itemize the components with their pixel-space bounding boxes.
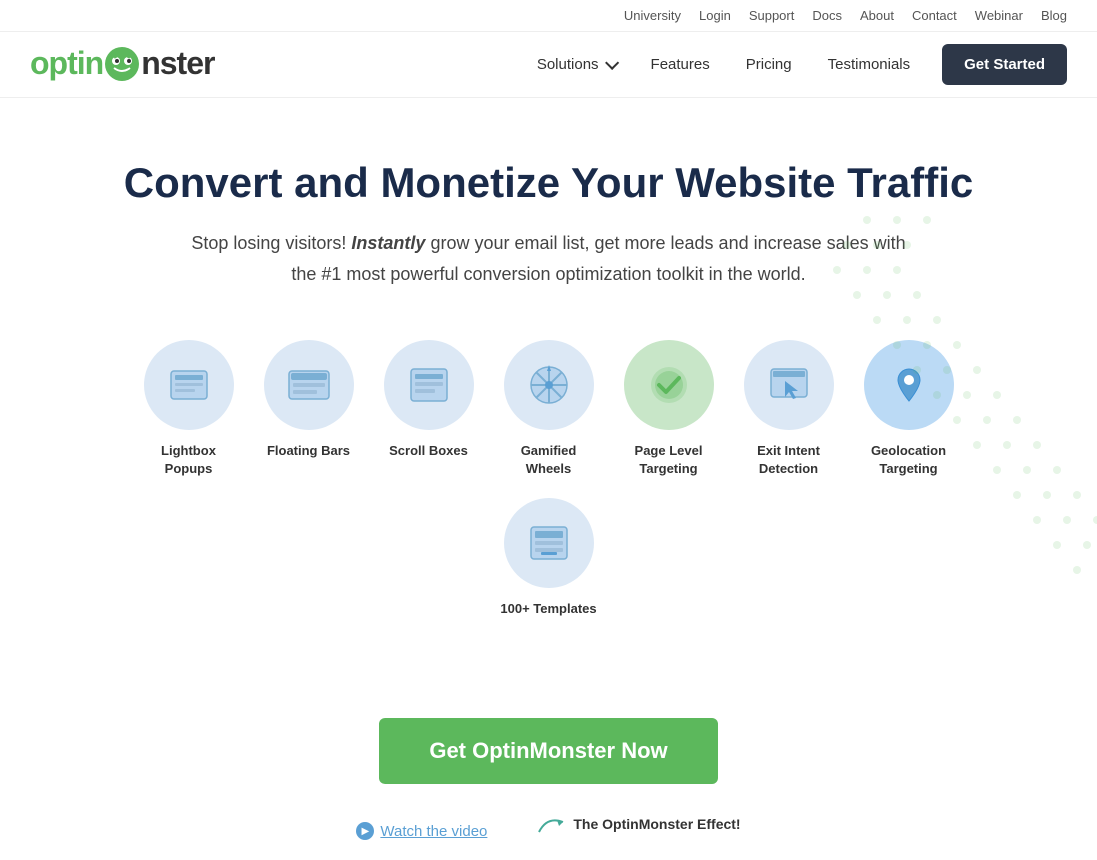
play-icon: ▶	[356, 822, 374, 840]
page-level-label: Page Level Targeting	[617, 442, 721, 478]
effect-label: The OptinMonster Effect!	[573, 816, 740, 832]
about-link[interactable]: About	[860, 8, 894, 23]
geolocation-feature[interactable]: Geolocation Targeting	[849, 330, 969, 488]
geolocation-icon-circle	[864, 340, 954, 430]
watch-video-text: Watch the video	[380, 823, 487, 840]
university-link[interactable]: University	[624, 8, 681, 23]
logo-onster-text: nster	[141, 45, 214, 81]
lightbox-icon	[165, 361, 213, 409]
gamified-wheels-icon	[525, 361, 573, 409]
hero-section: Convert and Monetize Your Website Traffi…	[99, 98, 999, 708]
solutions-nav-link[interactable]: Solutions	[523, 48, 629, 81]
templates-label: 100+ Templates	[500, 600, 596, 618]
exit-intent-icon	[765, 361, 813, 409]
logo-optin-text: optin	[30, 45, 103, 81]
arrow-icon	[537, 814, 567, 834]
support-link[interactable]: Support	[749, 8, 795, 23]
blog-link[interactable]: Blog	[1041, 8, 1067, 23]
page-level-icon-circle	[624, 340, 714, 430]
page-level-icon	[645, 361, 693, 409]
main-nav: optin nster Solutions Features Pricing T	[0, 32, 1097, 98]
geolocation-label: Geolocation Targeting	[857, 442, 961, 478]
exit-intent-label: Exit Intent Detection	[737, 442, 841, 478]
pricing-nav-link[interactable]: Pricing	[732, 48, 806, 81]
page-level-feature[interactable]: Page Level Targeting	[609, 330, 729, 488]
features-row: Lightbox Popups Floating Bars	[119, 330, 979, 629]
lightbox-feature[interactable]: Lightbox Popups	[129, 330, 249, 488]
top-nav: University Login Support Docs About Cont…	[0, 0, 1097, 32]
hero-heading: Convert and Monetize Your Website Traffi…	[119, 158, 979, 208]
geolocation-icon	[885, 361, 933, 409]
lightbox-icon-circle	[144, 340, 234, 430]
solutions-chevron-icon	[605, 55, 619, 69]
templates-icon-circle	[504, 498, 594, 588]
features-nav-link[interactable]: Features	[637, 48, 724, 81]
testimonials-nav-link[interactable]: Testimonials	[814, 48, 925, 81]
floating-bars-icon-circle	[264, 340, 354, 430]
hero-subtext-before: Stop losing visitors!	[191, 233, 351, 253]
docs-link[interactable]: Docs	[812, 8, 842, 23]
scroll-boxes-icon-circle	[384, 340, 474, 430]
templates-icon	[525, 519, 573, 567]
contact-link[interactable]: Contact	[912, 8, 957, 23]
exit-intent-feature[interactable]: Exit Intent Detection	[729, 330, 849, 488]
hero-subtext-italic: Instantly	[351, 233, 425, 253]
get-started-button[interactable]: Get Started	[942, 44, 1067, 85]
gamified-wheels-label: Gamified Wheels	[497, 442, 601, 478]
login-link[interactable]: Login	[699, 8, 731, 23]
watch-video-link[interactable]: ▶ Watch the video	[356, 822, 487, 840]
effect-text: The OptinMonster Effect!	[537, 814, 740, 834]
gamified-wheels-feature[interactable]: Gamified Wheels	[489, 330, 609, 488]
logo-monster-icon	[104, 46, 140, 82]
floating-bars-icon	[285, 361, 333, 409]
floating-bars-label: Floating Bars	[267, 442, 350, 460]
main-nav-links: Solutions Features Pricing Testimonials …	[523, 44, 1067, 85]
cta-section: Get OptinMonster Now	[0, 708, 1097, 800]
lightbox-label: Lightbox Popups	[137, 442, 241, 478]
hero-subtext: Stop losing visitors! Instantly grow you…	[189, 228, 909, 289]
webinar-link[interactable]: Webinar	[975, 8, 1023, 23]
scroll-boxes-feature[interactable]: Scroll Boxes	[369, 330, 489, 470]
bottom-row: ▶ Watch the video The OptinMonster Effec…	[0, 800, 1097, 860]
gamified-wheels-icon-circle	[504, 340, 594, 430]
logo[interactable]: optin nster	[30, 45, 523, 84]
scroll-boxes-icon	[405, 361, 453, 409]
cta-button[interactable]: Get OptinMonster Now	[379, 718, 717, 784]
floating-bars-feature[interactable]: Floating Bars	[249, 330, 369, 470]
exit-intent-icon-circle	[744, 340, 834, 430]
templates-feature[interactable]: 100+ Templates	[489, 488, 609, 628]
scroll-boxes-label: Scroll Boxes	[389, 442, 468, 460]
